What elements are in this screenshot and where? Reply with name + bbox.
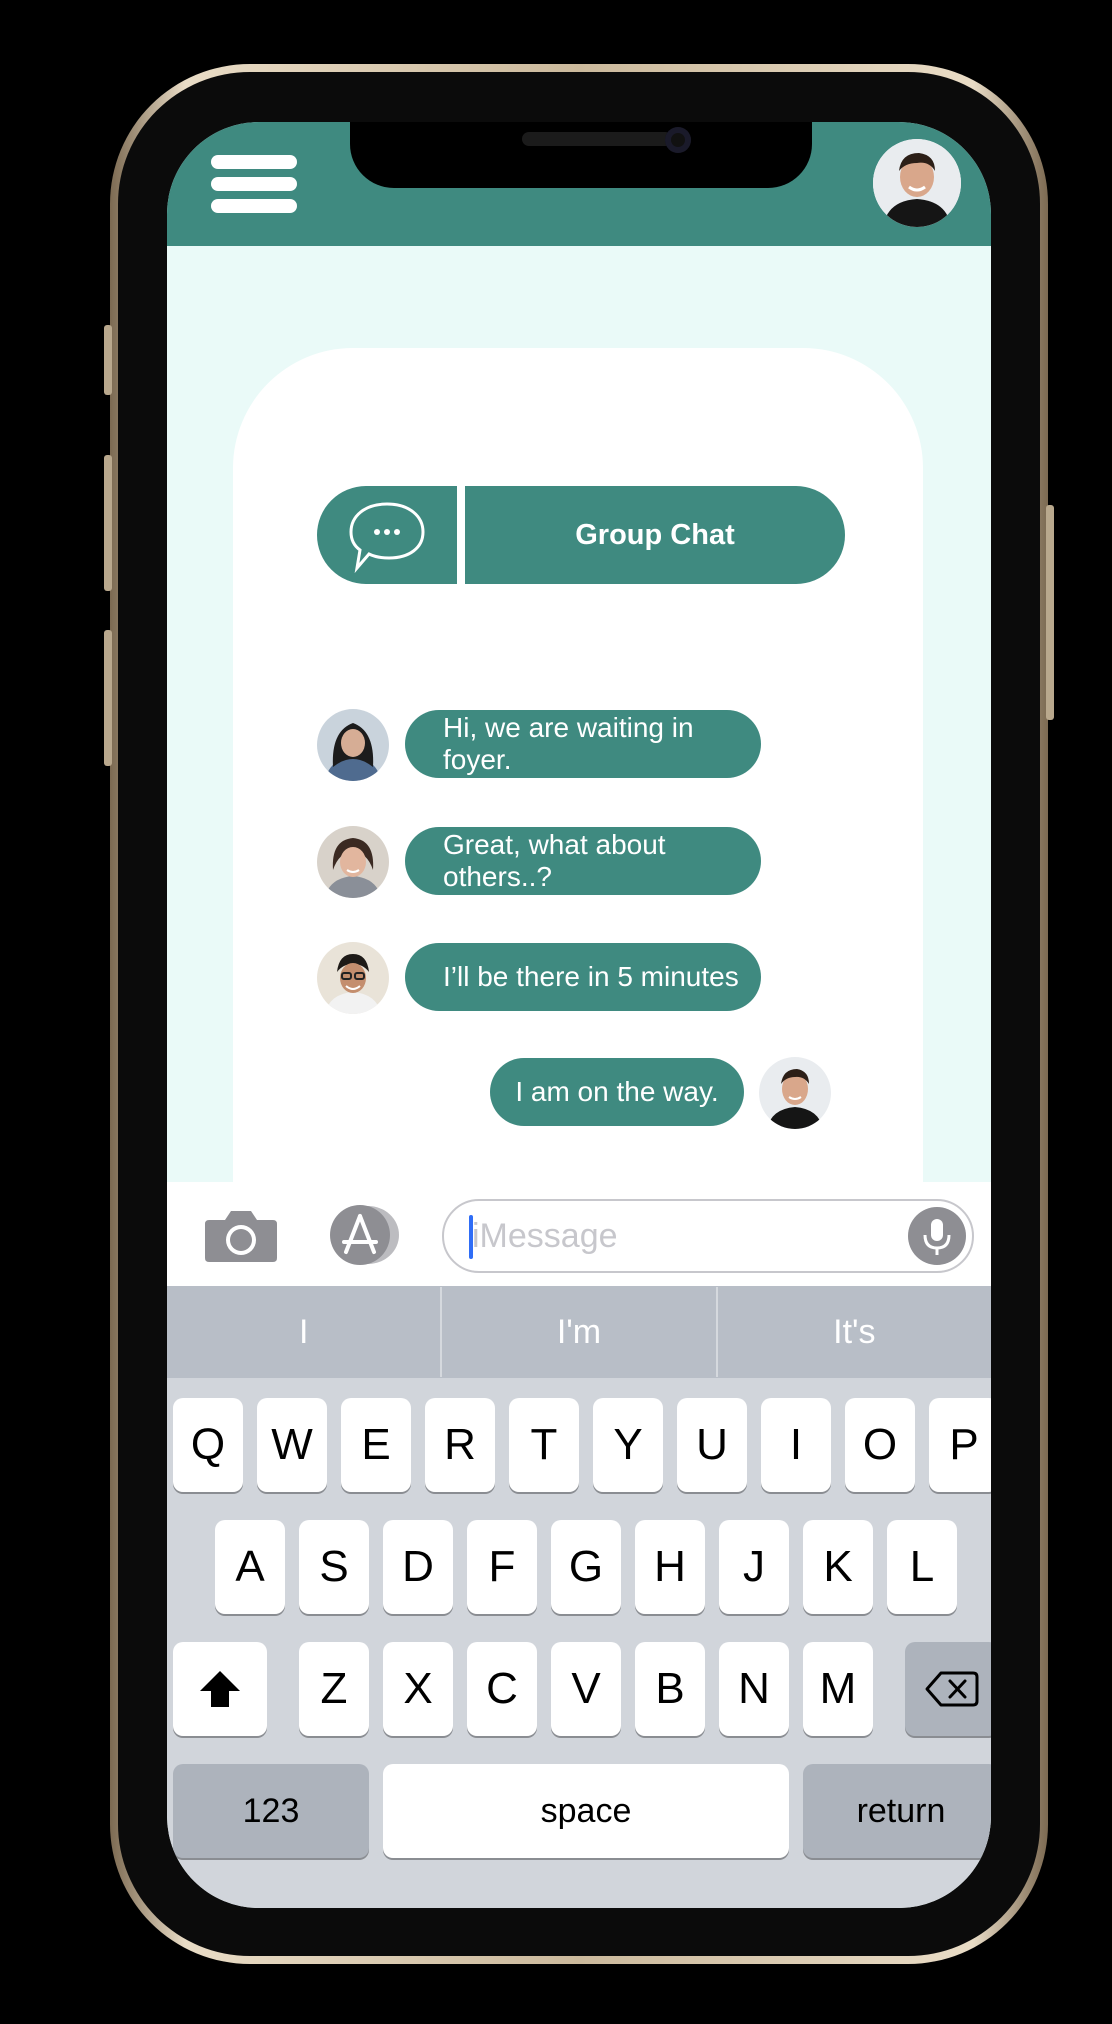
key-k[interactable]: K [803,1520,873,1614]
key-n[interactable]: N [719,1642,789,1736]
volume-down-button [104,630,112,766]
microphone-icon[interactable] [908,1207,966,1265]
message-bubble: I’ll be there in 5 minutes [405,943,761,1011]
key-u[interactable]: U [677,1398,747,1492]
suggestion-item[interactable]: It's [718,1286,991,1378]
screen: Group Chat Hi, we are waiting in foyer. … [167,122,991,1908]
key-t[interactable]: T [509,1398,579,1492]
front-camera [665,127,691,153]
shift-key[interactable] [173,1642,267,1736]
space-key[interactable]: space [383,1764,789,1858]
backspace-icon [925,1671,979,1707]
camera-icon[interactable] [203,1208,279,1264]
key-x[interactable]: X [383,1642,453,1736]
key-e[interactable]: E [341,1398,411,1492]
message-bubble: Hi, we are waiting in foyer. [405,710,761,778]
key-r[interactable]: R [425,1398,495,1492]
avatar [317,709,389,781]
message-composer: iMessage [167,1182,991,1286]
message-text: I’ll be there in 5 minutes [443,961,739,992]
message-text: Hi, we are waiting in foyer. [443,712,694,775]
key-i[interactable]: I [761,1398,831,1492]
message-bubble: Great, what about others..? [405,827,761,895]
avatar [317,942,389,1014]
suggestion-item[interactable]: I [167,1286,440,1378]
group-chat-icon-box [317,486,457,584]
imessage-input[interactable]: iMessage [442,1199,974,1273]
key-d[interactable]: D [383,1520,453,1614]
return-key[interactable]: return [803,1764,991,1858]
speaker-grille [522,132,672,146]
avatar [759,1057,831,1129]
speech-bubble-icon [349,502,425,574]
key-w[interactable]: W [257,1398,327,1492]
silent-switch [104,325,112,395]
message-bubble-self: I am on the way. [490,1058,744,1126]
shift-icon [200,1671,240,1707]
keyboard: Q W E R T Y U I O P A S D F G H J K L Z … [167,1378,991,1908]
key-s[interactable]: S [299,1520,369,1614]
app-store-icon[interactable] [322,1204,404,1266]
key-a[interactable]: A [215,1520,285,1614]
key-v[interactable]: V [551,1642,621,1736]
profile-avatar[interactable] [873,139,961,227]
numbers-key[interactable]: 123 [173,1764,369,1858]
imessage-placeholder: iMessage [472,1217,618,1255]
key-p[interactable]: P [929,1398,991,1492]
message-text: Great, what about others..? [443,829,666,892]
key-f[interactable]: F [467,1520,537,1614]
key-l[interactable]: L [887,1520,957,1614]
key-q[interactable]: Q [173,1398,243,1492]
key-g[interactable]: G [551,1520,621,1614]
delete-key[interactable] [905,1642,991,1736]
key-m[interactable]: M [803,1642,873,1736]
hamburger-menu-icon[interactable] [211,155,297,213]
key-c[interactable]: C [467,1642,537,1736]
key-b[interactable]: B [635,1642,705,1736]
key-z[interactable]: Z [299,1642,369,1736]
message-text: I am on the way. [515,1076,719,1107]
avatar [317,826,389,898]
group-chat-header[interactable]: Group Chat [317,486,845,584]
group-chat-title: Group Chat [465,486,845,584]
key-j[interactable]: J [719,1520,789,1614]
key-o[interactable]: O [845,1398,915,1492]
key-h[interactable]: H [635,1520,705,1614]
suggestion-item[interactable]: I'm [442,1286,715,1378]
power-button [1046,505,1054,720]
key-y[interactable]: Y [593,1398,663,1492]
volume-up-button [104,455,112,591]
quicktype-suggestions: I I'm It's [167,1286,991,1378]
